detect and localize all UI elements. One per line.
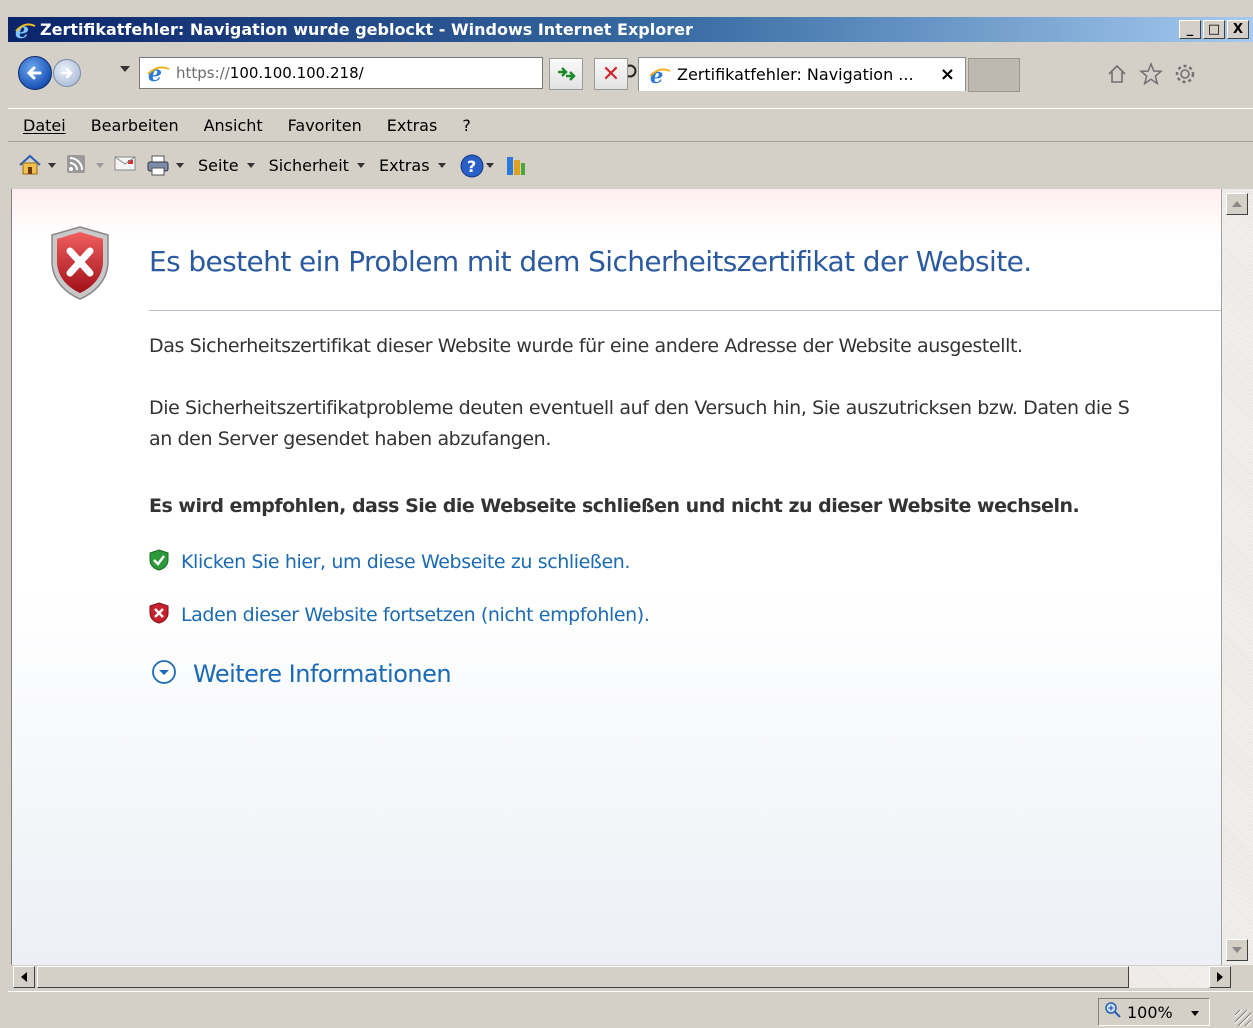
safety-dropdown-icon[interactable] xyxy=(356,162,365,168)
scroll-left-button[interactable] xyxy=(13,966,35,988)
tab-label: Zertifikatfehler: Navigation ... xyxy=(677,65,914,84)
zoom-dropdown-icon[interactable] xyxy=(1190,1005,1199,1020)
more-info-link[interactable]: Weitere Informationen xyxy=(193,660,452,688)
url-protocol: https:// xyxy=(176,64,230,82)
print-icon[interactable] xyxy=(146,154,169,176)
close-page-link[interactable]: Klicken Sie hier, um diese Webseite zu s… xyxy=(181,551,630,573)
chevron-down-icon xyxy=(1232,947,1242,953)
close-icon: X xyxy=(1232,22,1244,37)
address-bar[interactable]: e https://100.100.100.218/ xyxy=(139,57,662,89)
maximize-icon: □ xyxy=(1207,22,1221,37)
maximize-button[interactable]: □ xyxy=(1203,20,1225,39)
menu-datei[interactable]: Datei xyxy=(23,116,66,135)
error-shield-icon xyxy=(48,225,112,301)
resize-grip[interactable] xyxy=(1235,1010,1251,1026)
window-title: Zertifikatfehler: Navigation wurde geblo… xyxy=(40,20,693,39)
help-icon[interactable]: ? xyxy=(460,154,484,178)
recommendation-text: Es wird empfohlen, dass Sie die Webseite… xyxy=(149,495,1080,517)
stop-icon: ✕ xyxy=(601,61,621,87)
green-shield-icon xyxy=(149,549,169,575)
svg-text:?: ? xyxy=(467,157,476,176)
refresh-icon xyxy=(558,67,576,81)
scroll-up-button[interactable] xyxy=(1226,193,1248,215)
ie-logo-icon: e xyxy=(14,18,36,44)
tab-close-icon[interactable]: × xyxy=(940,64,955,85)
ie-logo-icon: e xyxy=(146,61,170,87)
error-explanation-line2: an den Server gesendet haben abzufangen. xyxy=(149,428,551,450)
navigation-bar: e https://100.100.100.218/ ✕ e Zertifika… xyxy=(8,44,1253,108)
more-info-row[interactable]: Weitere Informationen xyxy=(151,659,452,689)
expand-chevron-icon xyxy=(151,659,177,689)
close-window-button[interactable]: X xyxy=(1227,20,1249,39)
history-dropdown-icon[interactable] xyxy=(120,66,130,72)
feeds-dropdown-icon[interactable] xyxy=(96,162,104,168)
menu-bar: Datei Bearbeiten Ansicht Favoriten Extra… xyxy=(8,108,1253,142)
chevron-up-icon xyxy=(1232,201,1242,207)
feeds-icon[interactable] xyxy=(66,154,88,176)
scroll-down-button[interactable] xyxy=(1226,939,1248,961)
menu-extras[interactable]: Extras xyxy=(387,116,438,135)
command-bar: Seite Sicherheit Extras ? xyxy=(8,143,1253,187)
chevron-right-icon xyxy=(1217,972,1223,982)
menu-ansicht[interactable]: Ansicht xyxy=(204,116,263,135)
menu-favoriten[interactable]: Favoriten xyxy=(288,116,362,135)
divider xyxy=(149,310,1221,311)
settings-gear-icon[interactable] xyxy=(1172,61,1198,87)
home-icon[interactable] xyxy=(18,154,41,176)
stop-button[interactable]: ✕ xyxy=(594,58,628,90)
page-menu-button[interactable]: Seite xyxy=(198,156,239,175)
red-shield-icon xyxy=(149,602,169,628)
error-page-content: Es besteht ein Problem mit dem Sicherhei… xyxy=(11,189,1221,965)
print-dropdown-icon[interactable] xyxy=(176,162,184,168)
error-description: Das Sicherheitszertifikat dieser Website… xyxy=(149,335,1023,357)
close-page-link-row[interactable]: Klicken Sie hier, um diese Webseite zu s… xyxy=(149,549,630,575)
back-arrow-icon xyxy=(26,66,42,80)
favorites-star-icon[interactable] xyxy=(1138,61,1164,87)
menu-help[interactable]: ? xyxy=(462,116,471,135)
status-bar: 100% xyxy=(8,991,1253,1028)
help-dropdown-icon[interactable] xyxy=(485,162,494,168)
horizontal-scroll-thumb[interactable] xyxy=(37,966,1129,988)
minimize-icon: _ xyxy=(1186,22,1194,37)
minimize-button[interactable]: _ xyxy=(1179,20,1201,39)
home-icon[interactable] xyxy=(1104,61,1130,87)
vertical-scrollbar[interactable] xyxy=(1221,189,1253,965)
continue-link[interactable]: Laden dieser Website fortsetzen (nicht e… xyxy=(181,604,650,626)
safety-menu-button[interactable]: Sicherheit xyxy=(269,156,349,175)
zoom-control[interactable]: 100% xyxy=(1098,998,1210,1026)
title-bar: e Zertifikatfehler: Navigation wurde geb… xyxy=(8,17,1253,44)
error-headline: Es besteht ein Problem mit dem Sicherhei… xyxy=(149,245,1032,278)
mail-icon[interactable] xyxy=(114,154,136,176)
horizontal-scrollbar[interactable] xyxy=(11,965,1253,989)
home-dropdown-icon[interactable] xyxy=(48,162,56,168)
error-explanation-line1: Die Sicherheitszertifikatprobleme deuten… xyxy=(149,397,1130,419)
zoom-icon xyxy=(1105,1002,1121,1022)
tab-certificate-error[interactable]: e Zertifikatfehler: Navigation ... × xyxy=(638,57,966,91)
research-icon[interactable] xyxy=(504,154,526,176)
tools-dropdown-icon[interactable] xyxy=(437,162,446,168)
ie-logo-icon: e xyxy=(649,63,671,88)
page-dropdown-icon[interactable] xyxy=(246,162,255,168)
chevron-left-icon xyxy=(21,972,27,982)
back-button[interactable] xyxy=(18,56,52,90)
forward-button[interactable] xyxy=(53,59,81,87)
url-host: 100.100.100.218/ xyxy=(229,64,364,82)
forward-arrow-icon xyxy=(60,67,73,79)
menu-bearbeiten[interactable]: Bearbeiten xyxy=(91,116,179,135)
tools-menu-button[interactable]: Extras xyxy=(379,156,430,175)
zoom-level: 100% xyxy=(1127,1002,1173,1022)
horizontal-scroll-track[interactable] xyxy=(1129,966,1209,988)
new-tab-button[interactable] xyxy=(968,58,1020,92)
scroll-right-button[interactable] xyxy=(1209,966,1231,988)
continue-link-row[interactable]: Laden dieser Website fortsetzen (nicht e… xyxy=(149,602,650,628)
refresh-button[interactable] xyxy=(549,58,583,90)
url-text: https://100.100.100.218/ xyxy=(176,64,364,82)
